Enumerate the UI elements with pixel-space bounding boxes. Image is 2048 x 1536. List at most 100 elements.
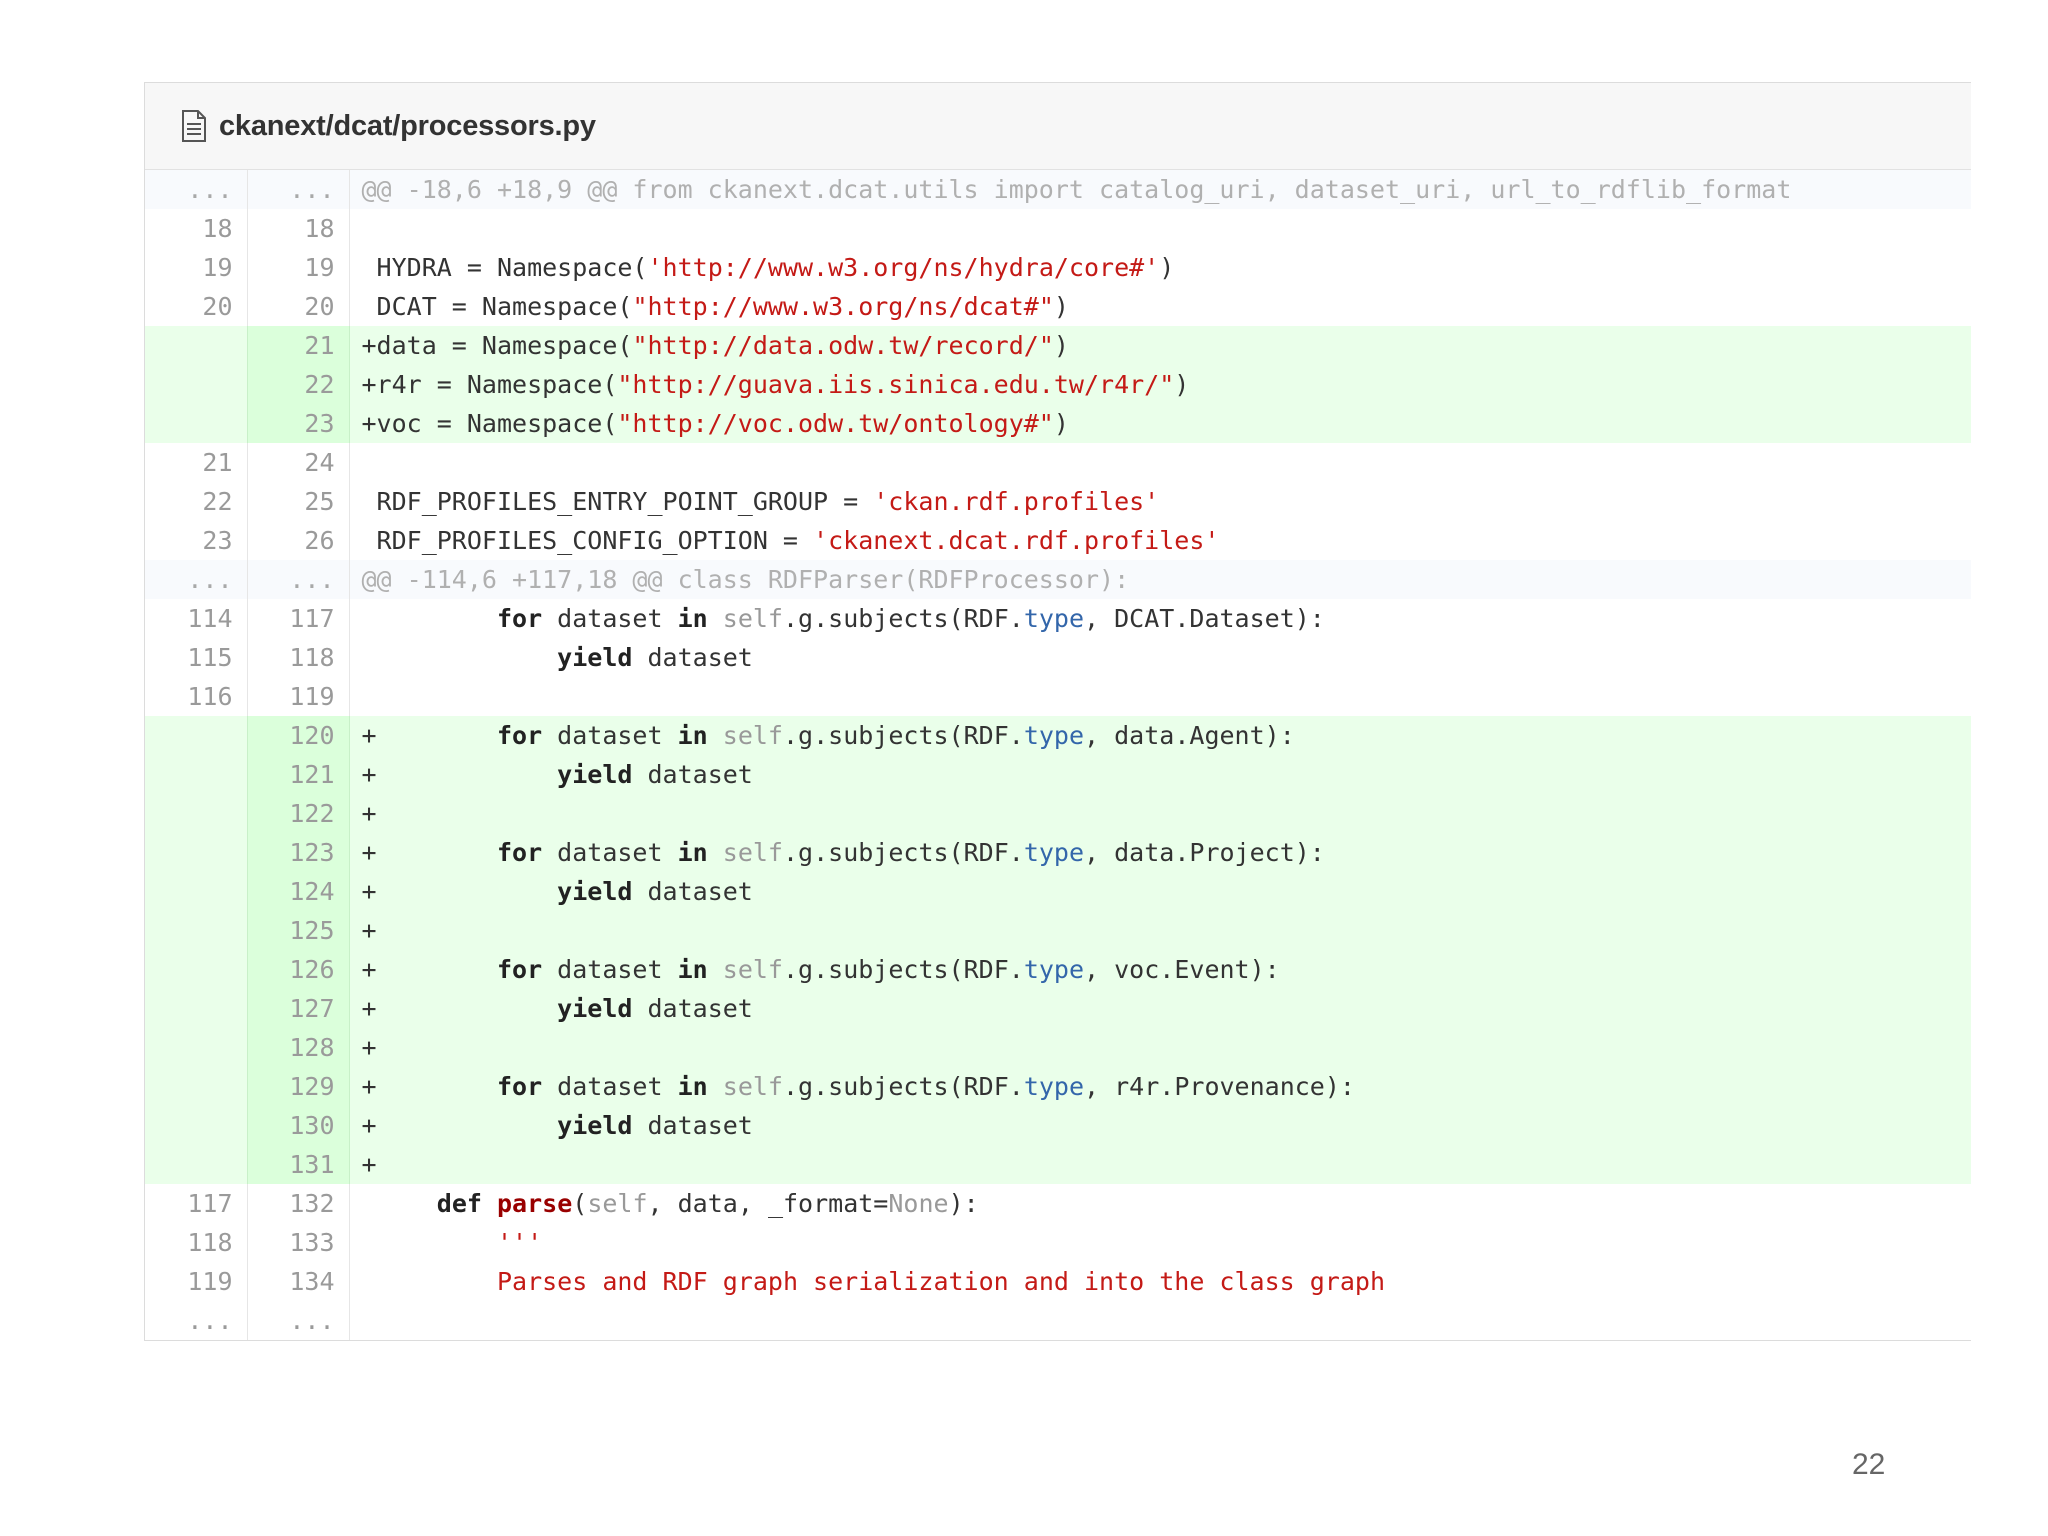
diff-table: ...... @@ -18,6 +18,9 @@ from ckanext.dca…	[145, 170, 1971, 1340]
old-line-number[interactable]	[145, 326, 248, 365]
code-token: for	[496, 721, 543, 750]
new-line-number[interactable]: 119	[247, 677, 350, 716]
new-line-number[interactable]: 133	[247, 1223, 350, 1262]
new-line-number[interactable]: 131	[247, 1145, 350, 1184]
new-line-number[interactable]: ...	[247, 170, 350, 209]
new-line-number[interactable]: 126	[247, 950, 350, 989]
code-line: @@ -18,6 +18,9 @@ from ckanext.dcat.util…	[349, 170, 1971, 209]
code-token: self	[722, 838, 783, 867]
old-line-number[interactable]: 118	[145, 1223, 248, 1262]
old-line-number[interactable]	[145, 950, 248, 989]
code-token: dataset	[542, 838, 678, 867]
new-line-number[interactable]: 18	[247, 209, 350, 248]
new-line-number[interactable]: 130	[247, 1106, 350, 1145]
new-line-number[interactable]: 26	[247, 521, 350, 560]
new-line-number[interactable]: 122	[247, 794, 350, 833]
code-token: +data = Namespace(	[361, 331, 633, 360]
old-line-number[interactable]: 115	[145, 638, 248, 677]
code-token: +	[361, 916, 377, 945]
code-token: +	[361, 1150, 377, 1179]
new-line-number[interactable]: 20	[247, 287, 350, 326]
code-token: for	[496, 604, 543, 633]
old-line-number[interactable]: 21	[145, 443, 248, 482]
code-token: +	[361, 994, 558, 1023]
old-line-number[interactable]: 23	[145, 521, 248, 560]
code-token: type	[1023, 721, 1085, 750]
code-line: + yield dataset	[349, 1106, 1971, 1145]
code-token: (	[572, 1189, 588, 1218]
old-line-number[interactable]	[145, 872, 248, 911]
code-token: +	[361, 1072, 497, 1101]
old-line-number[interactable]	[145, 716, 248, 755]
old-line-number[interactable]	[145, 794, 248, 833]
old-line-number[interactable]: ...	[145, 170, 248, 209]
new-line-number[interactable]: 123	[247, 833, 350, 872]
old-line-number[interactable]	[145, 404, 248, 443]
new-line-number[interactable]: 134	[247, 1262, 350, 1301]
old-line-number[interactable]	[145, 911, 248, 950]
new-line-number[interactable]: 117	[247, 599, 350, 638]
file-path[interactable]: ckanext/dcat/processors.py	[219, 110, 596, 143]
code-line	[349, 677, 1971, 716]
old-line-number[interactable]: 117	[145, 1184, 248, 1223]
new-line-number[interactable]: ...	[247, 1301, 350, 1340]
new-line-number[interactable]: 23	[247, 404, 350, 443]
code-token: @@ -18,6 +18,9 @@ from ckanext.dcat.util…	[361, 175, 1792, 204]
old-line-number[interactable]: 22	[145, 482, 248, 521]
new-line-number[interactable]: 19	[247, 248, 350, 287]
new-line-number[interactable]: 118	[247, 638, 350, 677]
code-line: RDF_PROFILES_CONFIG_OPTION = 'ckanext.dc…	[349, 521, 1971, 560]
code-line: RDF_PROFILES_ENTRY_POINT_GROUP = 'ckan.r…	[349, 482, 1971, 521]
code-token: "http://voc.odw.tw/ontology#"	[617, 409, 1054, 438]
slide-number: 22	[1852, 1448, 1886, 1481]
old-line-number[interactable]: ...	[145, 1301, 248, 1340]
new-line-number[interactable]: 24	[247, 443, 350, 482]
new-line-number[interactable]: 125	[247, 911, 350, 950]
old-line-number[interactable]: 19	[145, 248, 248, 287]
new-line-number[interactable]: 132	[247, 1184, 350, 1223]
old-line-number[interactable]	[145, 365, 248, 404]
old-line-number[interactable]: 18	[145, 209, 248, 248]
new-line-number[interactable]: 129	[247, 1067, 350, 1106]
code-token: dataset	[632, 760, 753, 789]
old-line-number[interactable]	[145, 833, 248, 872]
old-line-number[interactable]	[145, 1106, 248, 1145]
diff-file-panel: ckanext/dcat/processors.py ...... @@ -18,…	[144, 82, 1971, 1341]
code-line: + for dataset in self.g.subjects(RDF.typ…	[349, 1067, 1971, 1106]
old-line-number[interactable]	[145, 989, 248, 1028]
code-token: for	[496, 955, 543, 984]
new-line-number[interactable]: 121	[247, 755, 350, 794]
old-line-number[interactable]: 116	[145, 677, 248, 716]
code-token: +	[361, 955, 497, 984]
code-token: in	[677, 1072, 708, 1101]
new-line-number[interactable]: 22	[247, 365, 350, 404]
code-token: dataset	[542, 1072, 678, 1101]
old-line-number[interactable]: 114	[145, 599, 248, 638]
new-line-number[interactable]: 120	[247, 716, 350, 755]
new-line-number[interactable]: 25	[247, 482, 350, 521]
old-line-number[interactable]: 119	[145, 1262, 248, 1301]
old-line-number[interactable]	[145, 1145, 248, 1184]
code-token: .g.subjects(RDF.	[782, 955, 1024, 984]
code-token: 'http://www.w3.org/ns/hydra/core#'	[647, 253, 1160, 282]
old-line-number[interactable]	[145, 1067, 248, 1106]
new-line-number[interactable]: 127	[247, 989, 350, 1028]
new-line-number[interactable]: ...	[247, 560, 350, 599]
code-token: parse	[496, 1189, 573, 1218]
old-line-number[interactable]	[145, 1028, 248, 1067]
code-line: + yield dataset	[349, 989, 1971, 1028]
code-line	[349, 443, 1971, 482]
code-token: dataset	[632, 994, 753, 1023]
old-line-number[interactable]	[145, 755, 248, 794]
old-line-number[interactable]: ...	[145, 560, 248, 599]
new-line-number[interactable]: 124	[247, 872, 350, 911]
code-line: +r4r = Namespace("http://guava.iis.sinic…	[349, 365, 1971, 404]
new-line-number[interactable]: 128	[247, 1028, 350, 1067]
code-token: , r4r.Provenance):	[1084, 1072, 1355, 1101]
old-line-number[interactable]: 20	[145, 287, 248, 326]
code-token: yield	[557, 994, 633, 1023]
code-token: "http://www.w3.org/ns/dcat#"	[632, 292, 1054, 321]
new-line-number[interactable]: 21	[247, 326, 350, 365]
